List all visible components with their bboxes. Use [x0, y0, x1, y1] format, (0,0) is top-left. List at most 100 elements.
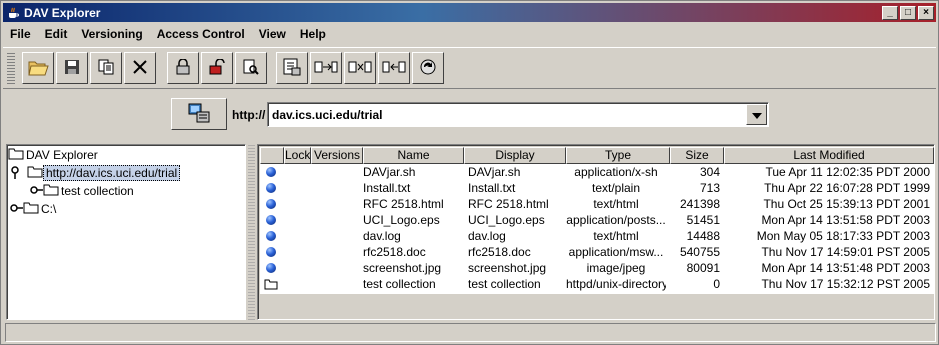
tree-root[interactable]: DAV Explorer: [8, 147, 100, 163]
cell-name: UCI_Logo.eps: [363, 213, 440, 227]
menu-versioning[interactable]: Versioning: [74, 27, 149, 41]
collapse-handle-icon[interactable]: [29, 184, 43, 198]
version-checkout-button[interactable]: [344, 52, 376, 84]
menu-view[interactable]: View: [252, 27, 293, 41]
cell-modified: Mon Apr 14 13:51:58 PDT 2003: [761, 213, 930, 227]
lock-button[interactable]: [167, 52, 199, 84]
app-window: DAV Explorer _ □ × File Edit Versioning …: [0, 0, 939, 345]
pane-splitter[interactable]: [248, 144, 255, 320]
version-uncheckout-button[interactable]: [378, 52, 410, 84]
cell-display: Install.txt: [468, 181, 516, 195]
column-header-last-modified[interactable]: Last Modified: [724, 147, 934, 164]
table-row[interactable]: dav.log dav.log text/html 14488 Mon May 05 1…: [260, 228, 934, 244]
folder-icon: [8, 147, 24, 163]
file-icon: [266, 215, 276, 225]
chevron-down-icon: [751, 108, 762, 122]
status-bar: [5, 323, 936, 342]
close-button[interactable]: ×: [918, 5, 934, 20]
delete-icon: [132, 59, 148, 78]
open-button[interactable]: [22, 52, 54, 84]
address-dropdown-button[interactable]: [746, 104, 767, 125]
table-row[interactable]: test collection test collection httpd/unix…: [260, 276, 934, 292]
column-header-versions[interactable]: Versions: [311, 147, 363, 164]
collapse-handle-icon[interactable]: [9, 202, 23, 216]
menu-access-control[interactable]: Access Control: [150, 27, 252, 41]
file-table-body: DAVjar.sh DAVjar.sh application/x-sh 304 Tue…: [260, 164, 934, 294]
save-button[interactable]: [56, 52, 88, 84]
minimize-button[interactable]: _: [882, 5, 898, 20]
cell-name: screenshot.jpg: [363, 261, 442, 275]
cell-size: 241398: [679, 197, 720, 211]
address-combo[interactable]: dav.ics.uci.edu/trial: [267, 102, 769, 127]
cell-name: dav.log: [363, 229, 401, 243]
maximize-icon: □: [904, 6, 912, 18]
address-input[interactable]: dav.ics.uci.edu/trial: [272, 108, 382, 122]
folder-icon: [43, 183, 59, 199]
table-row[interactable]: Install.txt Install.txt text/plain 713 Thu A…: [260, 180, 934, 196]
table-row[interactable]: DAVjar.sh DAVjar.sh application/x-sh 304 Tue…: [260, 164, 934, 180]
maximize-button[interactable]: □: [900, 5, 916, 20]
table-row[interactable]: screenshot.jpg screenshot.jpg image/jpeg 80…: [260, 260, 934, 276]
column-header-display[interactable]: Display: [464, 147, 566, 164]
view-lock-properties-icon: [283, 58, 301, 79]
file-icon: [266, 183, 276, 193]
tree-root-label: DAV Explorer: [26, 148, 98, 162]
delete-button[interactable]: [124, 52, 156, 84]
folder-icon: [264, 278, 278, 290]
tree-node-trial[interactable]: http://dav.ics.uci.edu/trial: [9, 165, 181, 182]
toolbar-grip[interactable]: [7, 52, 15, 84]
unlock-button[interactable]: [201, 52, 233, 84]
cell-size: 0: [713, 277, 720, 291]
address-prefix-label: http://: [232, 108, 266, 122]
cell-type: text/html: [593, 229, 639, 243]
tree-node-test-collection[interactable]: test collection: [29, 183, 136, 199]
connect-button[interactable]: [171, 98, 227, 130]
cell-size: 713: [699, 181, 720, 195]
cell-modified: Mon Apr 14 13:51:48 PDT 2003: [761, 261, 930, 275]
table-row[interactable]: UCI_Logo.eps UCI_Logo.eps application/post…: [260, 212, 934, 228]
menu-edit[interactable]: Edit: [38, 27, 75, 41]
menu-help[interactable]: Help: [293, 27, 333, 41]
version-checkin-button[interactable]: [310, 52, 342, 84]
cell-display: UCI_Logo.eps: [468, 213, 545, 227]
cell-type: application/posts...: [566, 213, 666, 227]
refresh-button[interactable]: [412, 52, 444, 84]
copy-button[interactable]: [90, 52, 122, 84]
tree-node-drive[interactable]: C:\: [9, 201, 58, 217]
cell-size: 51451: [686, 213, 720, 227]
column-header-name[interactable]: Name: [363, 147, 464, 164]
refresh-icon: [418, 57, 438, 80]
version-checkout-icon: [348, 60, 372, 77]
lock-icon: [176, 57, 190, 78]
cell-name: Install.txt: [363, 181, 411, 195]
column-header-size[interactable]: Size: [670, 147, 724, 164]
menu-bar: File Edit Versioning Access Control View…: [3, 24, 936, 44]
close-icon: ×: [923, 6, 929, 18]
cell-name: DAVjar.sh: [363, 165, 416, 179]
cell-size: 80091: [686, 261, 720, 275]
file-icon: [266, 167, 276, 177]
expand-handle-icon[interactable]: [9, 165, 21, 182]
view-properties-button[interactable]: [235, 52, 267, 84]
table-row[interactable]: rfc2518.doc rfc2518.doc application/msw...…: [260, 244, 934, 260]
view-lock-properties-button[interactable]: [276, 52, 308, 84]
cell-name: test collection: [363, 277, 436, 291]
cell-modified: Thu Oct 25 15:39:13 PDT 2001: [763, 197, 930, 211]
collection-tree[interactable]: DAV Explorer http://dav.ics.uci.edu/tria…: [6, 144, 246, 320]
cell-size: 540755: [679, 245, 720, 259]
folder-icon: [27, 165, 43, 181]
view-properties-icon: [243, 59, 259, 78]
cell-size: 14488: [686, 229, 720, 243]
menu-file[interactable]: File: [3, 27, 38, 41]
cell-display: dav.log: [468, 229, 506, 243]
cell-type: text/plain: [591, 181, 641, 195]
column-header-lock[interactable]: Lock: [284, 147, 311, 164]
title-bar[interactable]: DAV Explorer _ □ ×: [3, 3, 936, 22]
file-icon: [266, 263, 276, 273]
copy-icon: [98, 59, 114, 78]
table-row[interactable]: RFC 2518.html RFC 2518.html text/html 24139…: [260, 196, 934, 212]
column-header-icon[interactable]: [260, 147, 284, 164]
unlock-icon: [209, 57, 225, 78]
save-icon: [64, 59, 80, 78]
column-header-type[interactable]: Type: [566, 147, 670, 164]
